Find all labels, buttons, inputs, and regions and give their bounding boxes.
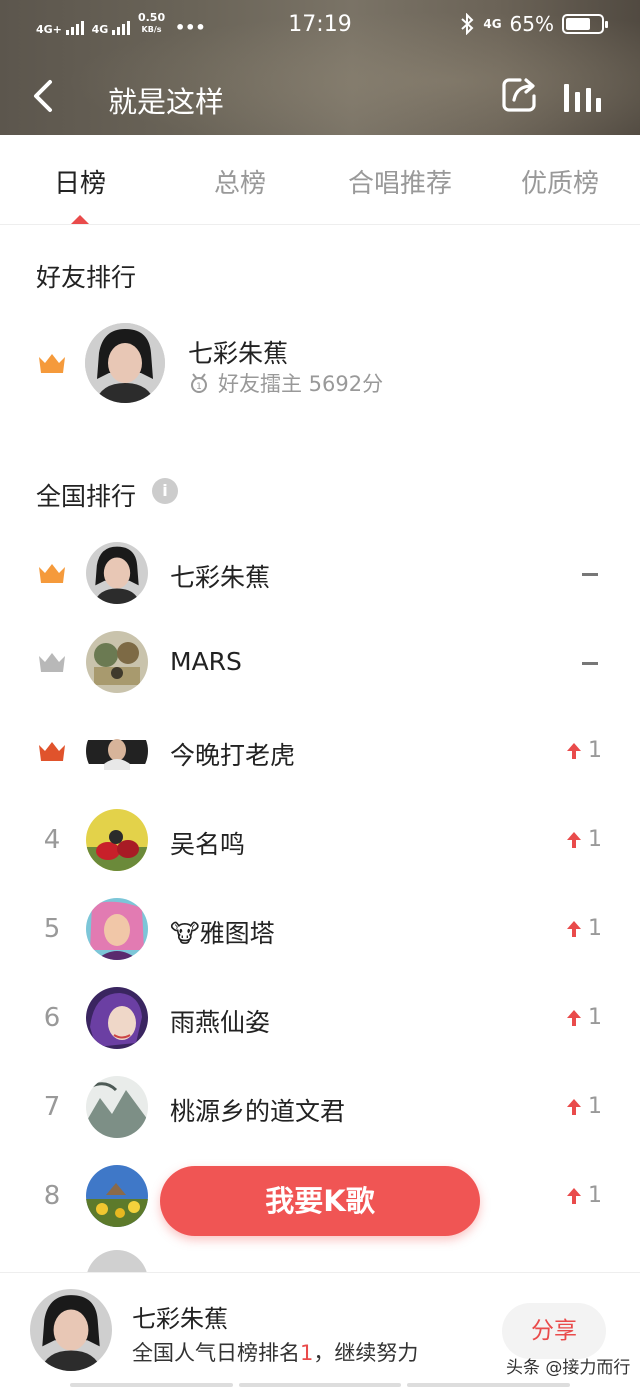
rank-name: 七彩朱蕉 bbox=[170, 563, 271, 592]
rank-row[interactable]: 7 桃源乡的道文君 1 bbox=[0, 1062, 640, 1151]
friend-avatar[interactable] bbox=[85, 323, 165, 403]
tab-chorus[interactable]: 合唱推荐 bbox=[320, 163, 480, 200]
friend-score: 好友擂主 5692分 bbox=[218, 372, 384, 396]
rank-change: 1 bbox=[588, 1005, 602, 1030]
trend-up: 1 bbox=[566, 1094, 602, 1119]
rank-number: 7 bbox=[43, 1092, 61, 1122]
rank-row[interactable]: 七彩朱蕉 bbox=[0, 528, 640, 617]
avatar[interactable] bbox=[86, 1076, 148, 1138]
medal-icon: 1 bbox=[191, 373, 207, 393]
bronze-crown-icon bbox=[39, 742, 65, 761]
svg-text:1: 1 bbox=[196, 382, 202, 392]
rank-change: 1 bbox=[588, 827, 602, 852]
rank-change: 1 bbox=[588, 916, 602, 941]
my-rank-prefix: 全国人气日榜排名 bbox=[132, 1341, 300, 1365]
status-right: 4G 65% bbox=[459, 12, 608, 36]
page-title: 就是这样 bbox=[108, 85, 225, 119]
rank-row[interactable]: MARS bbox=[0, 617, 640, 706]
avatar[interactable] bbox=[86, 987, 148, 1049]
my-rank-bar: 七彩朱蕉 全国人气日榜排名1，继续努力 分享 头条 @接力而行 bbox=[0, 1272, 640, 1387]
tab-bar: 日榜 总榜 合唱推荐 优质榜 bbox=[0, 135, 640, 225]
back-icon[interactable] bbox=[28, 76, 62, 116]
my-avatar[interactable] bbox=[30, 1289, 112, 1371]
arrow-up-icon bbox=[567, 1187, 581, 1204]
rank-name: 吴名鸣 bbox=[170, 830, 246, 859]
header: 4G+ 4G 0.50 KB/s ••• 17:19 4G 65% 就是这样 bbox=[0, 0, 640, 135]
tab-indicator bbox=[71, 215, 89, 224]
trend-flat-icon bbox=[582, 573, 598, 576]
rank-row[interactable]: 5 🐮雅图塔 1 bbox=[0, 884, 640, 973]
rank-name: 桃源乡的道文君 bbox=[170, 1097, 346, 1126]
rank-number: 5 bbox=[43, 914, 61, 944]
info-icon[interactable]: i bbox=[152, 478, 178, 504]
trend-up: 1 bbox=[566, 738, 602, 763]
trend-up: 1 bbox=[566, 1005, 602, 1030]
my-rank-text: 全国人气日榜排名1，继续努力 bbox=[132, 1337, 418, 1367]
network-label-right: 4G bbox=[483, 17, 502, 31]
trend-up: 1 bbox=[566, 916, 602, 941]
share-icon[interactable] bbox=[500, 76, 538, 114]
my-rank-value: 1 bbox=[300, 1341, 314, 1365]
battery-percent: 65% bbox=[509, 12, 554, 36]
share-button[interactable]: 分享 bbox=[502, 1303, 606, 1359]
friends-section-title: 好友排行 bbox=[36, 263, 137, 292]
rank-number: 6 bbox=[43, 1003, 61, 1033]
tab-overall[interactable]: 总榜 bbox=[160, 163, 320, 200]
rank-number: 4 bbox=[43, 825, 61, 855]
my-rank-suffix: ，继续努力 bbox=[313, 1341, 419, 1365]
rank-change: 1 bbox=[588, 1183, 602, 1208]
avatar[interactable] bbox=[86, 631, 148, 693]
friend-subtitle: 1 好友擂主 5692分 bbox=[188, 368, 383, 398]
tab-quality[interactable]: 优质榜 bbox=[480, 163, 640, 200]
gold-crown-icon bbox=[39, 354, 65, 373]
ksong-button[interactable]: 我要K歌 bbox=[160, 1166, 480, 1236]
status-bar: 4G+ 4G 0.50 KB/s ••• 17:19 4G 65% bbox=[0, 0, 640, 50]
arrow-up-icon bbox=[567, 1098, 581, 1115]
avatar[interactable] bbox=[86, 1165, 148, 1227]
rank-number: 8 bbox=[43, 1181, 61, 1211]
arrow-up-icon bbox=[567, 831, 581, 848]
nav-bar: 就是这样 bbox=[0, 60, 640, 135]
chart-bars-icon[interactable] bbox=[562, 78, 602, 114]
watermark: 头条 @接力而行 bbox=[506, 1358, 631, 1378]
rank-row[interactable]: 今晚打老虎 1 bbox=[0, 706, 640, 795]
rank-name: 今晚打老虎 bbox=[170, 741, 296, 770]
rank-name: 雨燕仙姿 bbox=[170, 1008, 271, 1037]
arrow-up-icon bbox=[567, 1009, 581, 1026]
bluetooth-icon bbox=[461, 13, 474, 35]
avatar[interactable] bbox=[86, 898, 148, 960]
rank-name: MARS bbox=[170, 647, 242, 676]
rank-row[interactable]: 6 雨燕仙姿 1 bbox=[0, 973, 640, 1062]
battery-icon bbox=[562, 14, 608, 34]
friend-name[interactable]: 七彩朱蕉 bbox=[188, 334, 288, 370]
gold-crown-icon bbox=[39, 564, 65, 583]
arrow-up-icon bbox=[567, 920, 581, 937]
arrow-up-icon bbox=[567, 742, 581, 759]
national-section-title: 全国排行 bbox=[36, 482, 137, 511]
trend-up: 1 bbox=[566, 827, 602, 852]
rank-row[interactable]: 4 吴名鸣 1 bbox=[0, 795, 640, 884]
my-name: 七彩朱蕉 bbox=[132, 1305, 228, 1333]
rank-change: 1 bbox=[588, 738, 602, 763]
tab-daily[interactable]: 日榜 bbox=[0, 163, 160, 200]
trend-up: 1 bbox=[566, 1183, 602, 1208]
scroll-indicator bbox=[70, 1383, 571, 1387]
avatar[interactable] bbox=[86, 720, 148, 782]
trend-flat-icon bbox=[582, 662, 598, 665]
avatar[interactable] bbox=[86, 542, 148, 604]
rank-name: 🐮雅图塔 bbox=[170, 919, 275, 948]
avatar[interactable] bbox=[86, 809, 148, 871]
silver-crown-icon bbox=[39, 653, 65, 672]
rank-change: 1 bbox=[588, 1094, 602, 1119]
